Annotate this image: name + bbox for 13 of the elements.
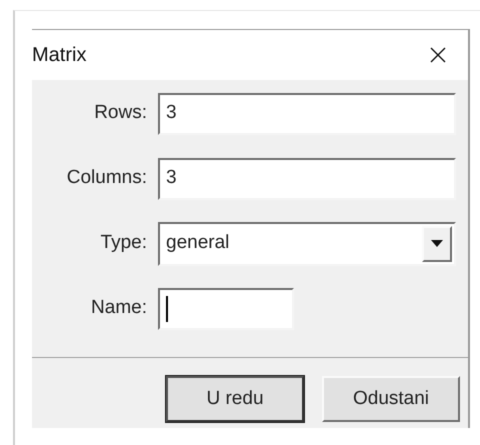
- type-dropdown[interactable]: general: [158, 222, 456, 266]
- window-title: Matrix: [32, 43, 86, 68]
- text-field[interactable]: [158, 288, 294, 330]
- text-field[interactable]: 3: [158, 158, 456, 200]
- text-field[interactable]: 3: [158, 92, 456, 134]
- field-label: Columns:: [66, 166, 148, 190]
- field-label: Rows:: [93, 101, 148, 126]
- dialog-button[interactable]: Odustani: [322, 376, 460, 422]
- text-caret: [166, 296, 168, 322]
- field-label: Type:: [100, 231, 148, 256]
- dialog-button[interactable]: U redu: [166, 376, 304, 422]
- close-icon[interactable]: [430, 47, 446, 63]
- field-label: Name:: [90, 296, 148, 320]
